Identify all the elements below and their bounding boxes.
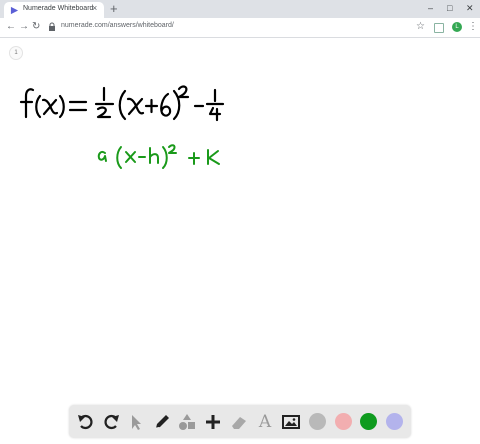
color-lavender-swatch[interactable] [386, 413, 403, 430]
redo-icon[interactable] [101, 412, 121, 432]
color-pink-swatch[interactable] [335, 413, 352, 430]
handwriting-layer [19, 85, 225, 169]
equation-ink [19, 85, 225, 122]
add-icon[interactable] [203, 412, 223, 432]
pen-icon[interactable] [152, 412, 172, 432]
shapes-icon[interactable] [177, 412, 197, 432]
color-green-swatch[interactable] [360, 413, 377, 430]
color-gray-swatch[interactable] [309, 413, 326, 430]
text-tool-icon[interactable]: A [255, 412, 275, 432]
vertex-form-ink [97, 144, 220, 169]
select-icon[interactable] [126, 412, 146, 432]
image-icon[interactable] [281, 412, 301, 432]
tool-palette: A [69, 405, 411, 438]
eraser-icon[interactable] [229, 412, 249, 432]
undo-icon[interactable] [76, 412, 96, 432]
